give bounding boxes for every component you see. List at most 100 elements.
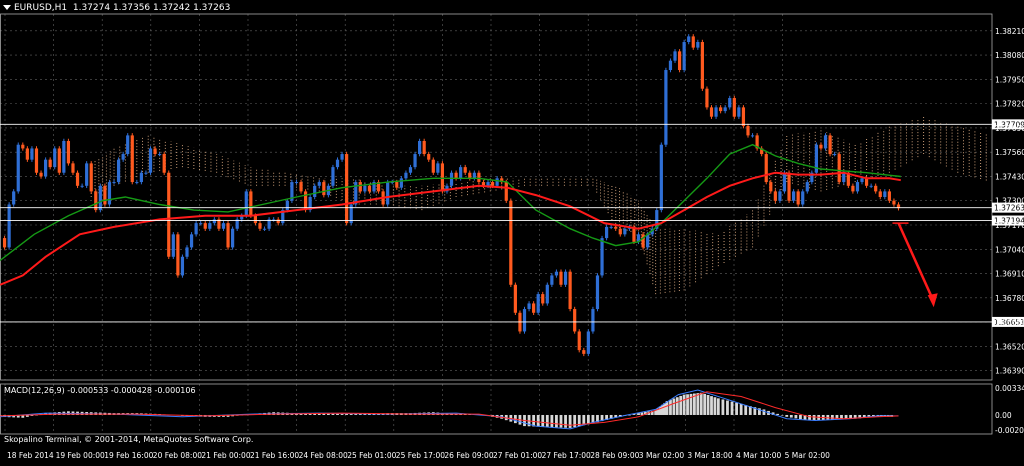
macd-hist-bar [536,414,540,427]
bull-candle [609,226,613,228]
bull-candle [44,159,48,177]
bull-candle [404,172,408,179]
bull-candle [80,185,84,187]
price-tick-label: 1.37560 [995,148,1024,157]
bull-candle [313,185,317,197]
bull-candle [486,182,490,186]
bear-candle [477,172,481,183]
dropdown-triangle-icon[interactable] [3,5,11,10]
time-tick-label: 3 Mar 02:00 [639,451,685,460]
macd-hist-bar [739,403,743,415]
bull-candle [472,172,476,179]
bull-candle [550,275,554,285]
macd-hist-bar [541,414,545,427]
bear-candle [577,331,581,351]
bull-candle [112,182,116,184]
bull-candle [728,98,732,108]
bull-candle [139,172,143,183]
time-tick-label: 24 Feb 08:00 [299,451,348,460]
bear-candle [490,182,495,186]
bear-candle [705,88,709,108]
bull-candle [408,167,413,173]
bull-candle [673,51,677,61]
bear-candle [614,226,618,229]
macd-hist-bar [762,409,766,415]
bear-candle [48,159,52,168]
time-tick-label: 25 Feb 01:00 [347,451,396,460]
bear-candle [427,154,431,160]
bull-candle [563,271,568,285]
bull-candle [855,182,860,192]
bear-candle [887,191,891,201]
bear-candle [513,284,517,313]
bull-candle [317,182,321,186]
bull-candle [778,191,782,201]
price-tick-label: 1.38210 [995,27,1024,36]
macd-hist-bar [564,414,567,428]
bull-candle [221,223,226,229]
bull-candle [659,144,663,211]
bull-candle [554,271,559,276]
bull-candle [171,234,175,257]
bear-candle [431,159,435,173]
bull-candle [418,140,422,155]
chart-window[interactable]: 1.37709 1.37263 1.37194 1.36651 1.38210 1.38… [0,0,1024,462]
macd-hist-bar [830,414,834,420]
main-frame [0,13,993,381]
bear-candle [892,200,896,205]
bear-candle [66,140,71,164]
macd-hist-bar [669,399,672,415]
macd-hist-bar [703,393,707,415]
bull-candle [135,182,139,184]
price-tick-label: 1.37040 [995,245,1024,254]
bull-candle [823,135,828,149]
bull-candle [107,182,112,205]
bull-candle [869,185,873,187]
macd-hist-bar [340,414,344,415]
bull-candle [98,185,102,211]
grid [0,13,993,435]
bear-candle [153,148,157,155]
bear-candle [769,182,773,192]
bear-candle [176,234,180,276]
price-tick-label: 1.37820 [995,100,1024,109]
macd-hist-bar [345,414,349,415]
macd-hist-bar [699,392,703,415]
bear-candle [764,154,768,183]
macd-hist-bar [675,397,679,415]
time-axis: 18 Feb 2014 19 Feb 00:00 19 Feb 16:00 20 Fe… [7,451,830,460]
bull-candle [12,191,16,205]
macd-hist-bar [696,393,700,415]
bear-candle [367,185,372,192]
bear-candle [253,215,258,224]
time-tick-label: 25 Feb 17:00 [396,451,445,460]
bull-candle [833,154,837,156]
macd-hist-bar [794,414,798,419]
price-tick-label: 1.37430 [995,172,1024,181]
bear-candle [828,135,832,155]
bear-candle [75,172,80,186]
bear-candle [618,228,622,235]
bear-candle [34,148,39,173]
bear-candle [440,163,445,192]
bull-candle [600,238,604,276]
bull-candle [158,154,162,156]
bear-candle [819,144,823,149]
bull-candle [687,36,691,43]
bull-candle [62,140,66,173]
bull-candle [335,159,340,168]
macd-hist-bar [331,413,335,415]
bull-candle [750,135,755,137]
time-tick-label: 26 Feb 09:00 [444,451,493,460]
price-tick-label: 1.38080 [995,51,1024,60]
bull-candle [244,191,248,216]
bull-candle [294,182,299,184]
bull-candle [586,331,590,354]
macd-hist-bar [354,414,358,415]
macd-hist-bar [785,414,789,417]
price-tick-label: 1.36650 [995,318,1024,327]
bull-candle [449,172,454,186]
time-tick-label: 3 Mar 18:00 [687,451,733,460]
bull-candle [212,219,216,224]
bull-candle [536,294,540,313]
